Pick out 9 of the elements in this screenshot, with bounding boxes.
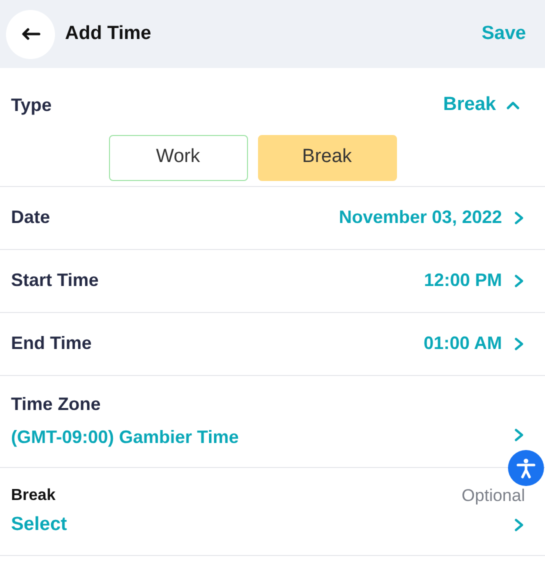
type-option[interactable]: Work [108,134,248,180]
optional-hint: Optional [462,485,525,507]
page-title: Add Time [65,22,152,46]
field-label: Break [11,486,56,506]
field-row[interactable]: Start Time 12:00 PM [0,250,545,312]
field-row[interactable]: Date November 03, 2022 [0,186,545,250]
field-label: Type [11,94,52,117]
type-option[interactable]: Break [258,134,396,180]
field-row[interactable]: End Time 01:00 AM [0,312,545,376]
